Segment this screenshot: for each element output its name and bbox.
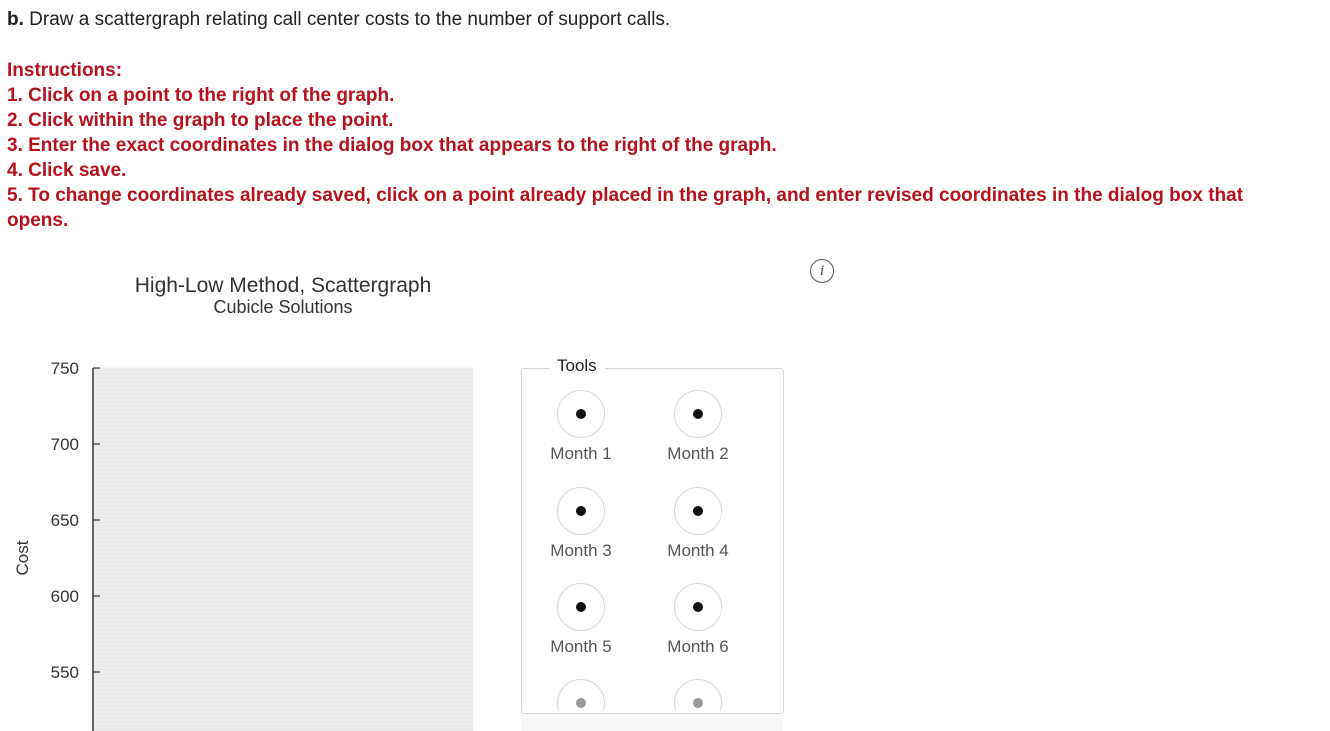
tool-month-1[interactable]: Month 1: [526, 390, 636, 464]
point-tool-icon[interactable]: [674, 583, 722, 631]
tool-month-8[interactable]: [643, 679, 753, 711]
plot-area[interactable]: [94, 368, 473, 731]
tool-label: Month 6: [667, 637, 729, 656]
tool-label: Month 4: [667, 541, 729, 560]
point-tool-icon[interactable]: [674, 487, 722, 535]
point-tool-icon[interactable]: [557, 679, 605, 711]
tool-month-5[interactable]: Month 5: [526, 583, 636, 657]
tool-month-4[interactable]: Month 4: [643, 487, 753, 561]
tool-label: Month 3: [550, 541, 612, 560]
tools-panel-footer: [521, 718, 783, 731]
point-tool-icon[interactable]: [557, 487, 605, 535]
tool-label: Month 5: [550, 637, 612, 656]
tool-label: Month 1: [550, 444, 612, 463]
y-tick-label: 700: [51, 435, 79, 454]
tool-month-6[interactable]: Month 6: [643, 583, 753, 657]
y-tick-label: 600: [51, 587, 79, 606]
point-tool-icon[interactable]: [557, 583, 605, 631]
point-tool-icon[interactable]: [674, 679, 722, 711]
tools-legend: Tools: [549, 356, 605, 376]
point-tool-icon[interactable]: [674, 390, 722, 438]
tool-label: Month 2: [667, 444, 729, 463]
tool-month-3[interactable]: Month 3: [526, 487, 636, 561]
point-tool-icon[interactable]: [557, 390, 605, 438]
y-tick-label: 550: [51, 663, 79, 682]
y-tick-label: 650: [51, 511, 79, 530]
tool-month-2[interactable]: Month 2: [643, 390, 753, 464]
tool-month-7[interactable]: [526, 679, 636, 711]
y-tick-label: 750: [51, 359, 79, 378]
